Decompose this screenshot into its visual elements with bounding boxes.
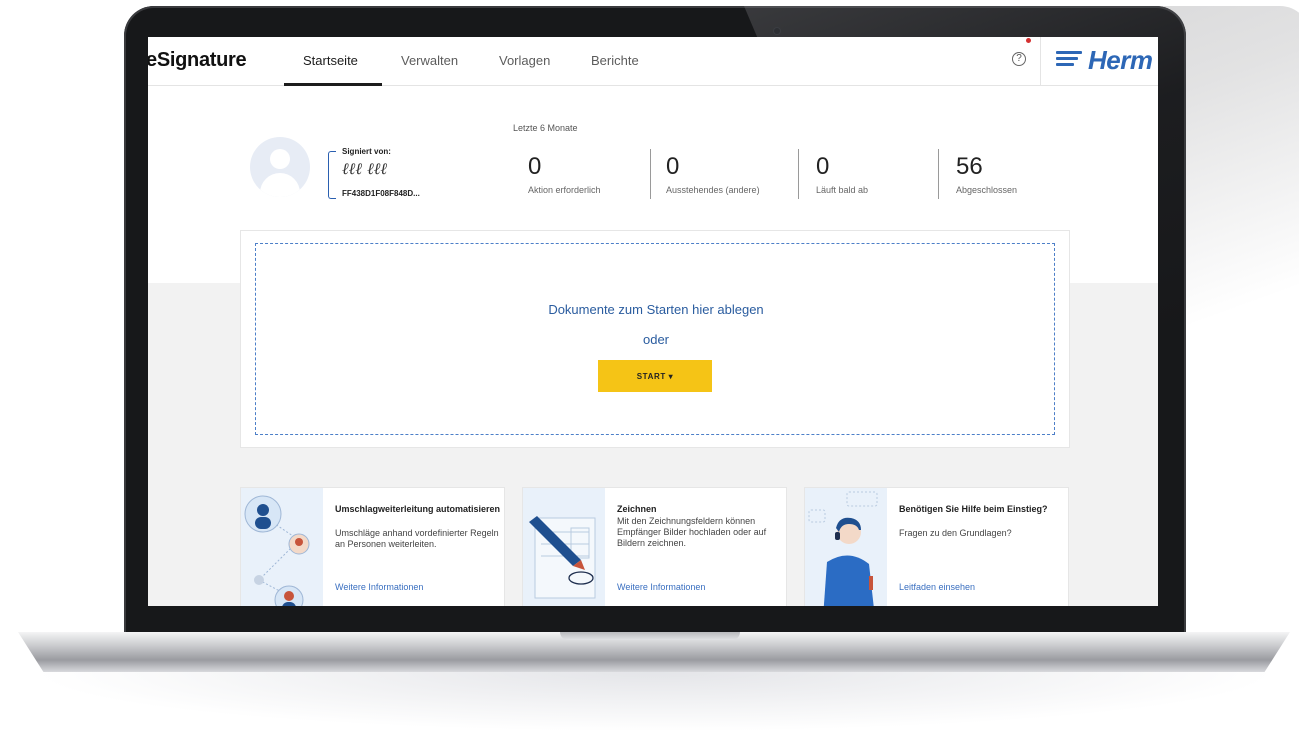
card-title: Benötigen Sie Hilfe beim Einstieg?	[899, 504, 1048, 514]
signature-image[interactable]: ℓℓℓ ℓℓℓ	[342, 159, 387, 179]
webcam-icon	[774, 28, 780, 34]
tab-berichte[interactable]: Berichte	[591, 53, 639, 68]
stat-value: 0	[528, 153, 542, 180]
signature-bracket	[328, 151, 336, 199]
app-screen: eSignature Startseite Verwalten Vorlagen…	[148, 37, 1158, 606]
laptop-notch	[560, 632, 740, 640]
stat-label: Läuft bald ab	[816, 185, 869, 195]
stat-value: 0	[666, 153, 680, 180]
document-drop-zone[interactable]: Dokumente zum Starten hier ablegen oder …	[255, 243, 1055, 435]
nav-divider	[1040, 37, 1041, 86]
stat-value: 0	[816, 153, 830, 180]
stat-expiring-soon[interactable]: 0 Läuft bald ab	[816, 153, 869, 196]
routing-illustration-icon	[241, 488, 323, 606]
stat-action-required[interactable]: 0 Aktion erforderlich	[528, 153, 601, 196]
card-automate-routing: Umschlagweiterleitung automatisieren Ums…	[240, 487, 505, 606]
tab-vorlagen[interactable]: Vorlagen	[499, 53, 550, 68]
card-drawing: Zeichnen Mit den Zeichnungsfeldern könne…	[522, 487, 787, 606]
company-logo: Herm	[1056, 45, 1158, 75]
card-description: Mit den Zeichnungsfeldern können Empfäng…	[617, 516, 767, 548]
stat-pending-others[interactable]: 0 Ausstehendes (andere)	[666, 153, 760, 196]
upload-panel: Dokumente zum Starten hier ablegen oder …	[240, 230, 1070, 448]
stats-period: Letzte 6 Monate	[513, 123, 578, 133]
tab-startseite[interactable]: Startseite	[303, 53, 358, 68]
drop-zone-text: Dokumente zum Starten hier ablegen	[548, 302, 764, 317]
stat-divider	[798, 149, 799, 199]
signature-id: FF438D1F08F848D...	[342, 189, 420, 198]
top-navigation: eSignature Startseite Verwalten Vorlagen…	[148, 37, 1158, 86]
stat-label: Aktion erforderlich	[528, 185, 601, 195]
logo-stripes-icon	[1056, 51, 1082, 69]
signed-by-label: Signiert von:	[342, 147, 391, 156]
stat-divider	[650, 149, 651, 199]
logo-text: Herm	[1088, 45, 1153, 75]
card-link-more-info[interactable]: Weitere Informationen	[617, 582, 705, 592]
stat-divider	[938, 149, 939, 199]
drop-zone-or: oder	[642, 332, 670, 347]
card-link-guide[interactable]: Leitfaden einsehen	[899, 582, 975, 592]
drawing-illustration-icon	[523, 488, 605, 606]
card-title: Umschlagweiterleitung automatisieren	[335, 504, 501, 514]
stat-value: 56	[956, 153, 983, 180]
tab-verwalten[interactable]: Verwalten	[401, 53, 458, 68]
support-agent-illustration-icon	[805, 488, 887, 606]
card-help-getting-started: Benötigen Sie Hilfe beim Einstieg? Frage…	[804, 487, 1069, 606]
avatar[interactable]	[250, 137, 310, 197]
avatar-head-icon	[270, 149, 290, 169]
card-description: Umschläge anhand vordefinierter Regeln a…	[335, 528, 499, 549]
help-icon[interactable]: ?	[1012, 52, 1026, 66]
card-link-more-info[interactable]: Weitere Informationen	[335, 582, 423, 592]
laptop-shadow	[30, 672, 1280, 732]
stat-label: Ausstehendes (andere)	[666, 185, 760, 195]
avatar-body-icon	[260, 173, 300, 197]
app-title: eSignature	[148, 49, 247, 71]
active-tab-indicator	[284, 83, 382, 86]
stat-completed[interactable]: 56 Abgeschlossen	[956, 153, 1018, 196]
card-description: Fragen zu den Grundlagen?	[899, 528, 1012, 538]
start-button[interactable]: START ▾	[598, 360, 712, 392]
notification-dot	[1026, 38, 1031, 43]
stat-label: Abgeschlossen	[956, 185, 1018, 195]
card-title: Zeichnen	[617, 504, 657, 514]
